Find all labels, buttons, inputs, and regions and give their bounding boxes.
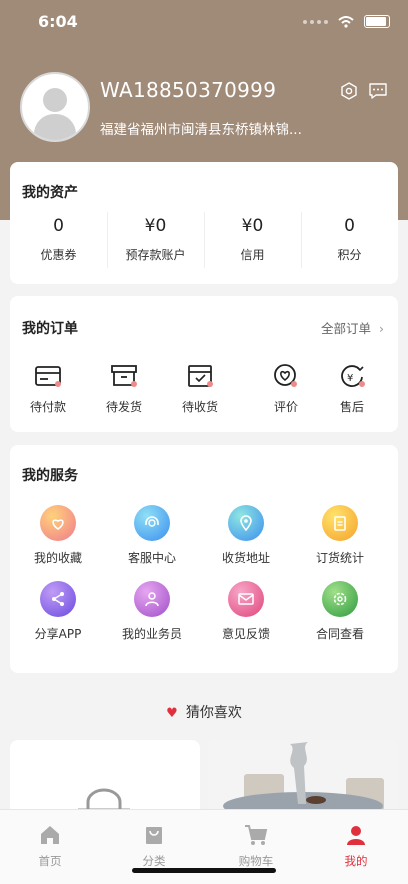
- service-customer-center[interactable]: 客服中心: [112, 505, 192, 566]
- asset-value: 0: [53, 216, 64, 236]
- tab-label: 分类: [142, 854, 166, 868]
- refund-icon: ¥: [341, 365, 365, 387]
- orders-title: 我的订单: [22, 321, 78, 337]
- service-favorites[interactable]: 我的收藏: [18, 505, 98, 566]
- service-label: 我的收藏: [33, 551, 82, 565]
- product-image: [208, 740, 398, 820]
- order-label: 待付款: [29, 400, 66, 414]
- service-label: 我的业务员: [121, 627, 182, 641]
- tab-category[interactable]: 分类: [114, 824, 194, 869]
- product-card[interactable]: [208, 740, 398, 820]
- service-address[interactable]: 收货地址: [206, 505, 286, 566]
- order-label: 待发货: [105, 400, 142, 414]
- asset-points[interactable]: 0 积分: [301, 216, 398, 263]
- tab-mine[interactable]: 我的: [316, 824, 396, 869]
- profile-section: WA18850370999 福建省福州市闽清县东桥镇林锦...: [20, 72, 390, 142]
- asset-value: 0: [344, 216, 355, 236]
- chevron-right-icon: ›: [379, 321, 384, 336]
- services-card: 我的服务 我的收藏 客服中心 收货地址 订货统计 分享APP 我的业务员 意见反…: [10, 445, 398, 673]
- asset-value: ¥0: [241, 216, 264, 236]
- settings-icon: [322, 581, 358, 617]
- tab-home[interactable]: 首页: [10, 824, 90, 869]
- assets-card: 我的资产 0 优惠券 ¥0 预存款账户 ¥0 信用 0 积分: [10, 162, 398, 284]
- service-order-stats[interactable]: 订货统计: [300, 505, 380, 566]
- review-icon: [274, 364, 297, 387]
- wifi-icon: [338, 15, 354, 28]
- person-icon: [134, 581, 170, 617]
- asset-label: 信用: [240, 248, 265, 262]
- heart-icon: [40, 505, 76, 541]
- asset-credit[interactable]: ¥0 信用: [204, 216, 301, 263]
- service-share-app[interactable]: 分享APP: [18, 581, 98, 642]
- services-title: 我的服务: [22, 468, 78, 484]
- order-pending-payment[interactable]: 待付款: [16, 364, 80, 415]
- clipboard-icon: [322, 505, 358, 541]
- service-feedback[interactable]: 意见反馈: [206, 581, 286, 642]
- status-time: 6:04: [38, 12, 78, 31]
- bag-placeholder-icon: [78, 788, 130, 812]
- all-orders-label: 全部订单: [321, 321, 372, 336]
- user-address: 福建省福州市闽清县东桥镇林锦...: [100, 122, 302, 138]
- service-contract[interactable]: 合同查看: [300, 581, 380, 642]
- asset-value: ¥0: [144, 216, 167, 236]
- mail-icon: [228, 581, 264, 617]
- receive-icon: [188, 365, 213, 387]
- asset-prepaid[interactable]: ¥0 预存款账户: [107, 216, 204, 263]
- orders-card: 我的订单 全部订单 › 待付款 待发货 待收货 评价 ¥ 售后: [10, 296, 398, 432]
- user-icon: [347, 826, 365, 845]
- service-label: 合同查看: [315, 627, 364, 641]
- guess-you-like-header: ♥ 猜你喜欢: [0, 702, 408, 722]
- product-card[interactable]: [10, 740, 200, 820]
- service-label: 意见反馈: [221, 627, 270, 641]
- order-pending-shipment[interactable]: 待发货: [92, 364, 156, 415]
- service-label: 客服中心: [127, 551, 176, 565]
- home-icon: [41, 826, 59, 844]
- order-review[interactable]: 评价: [254, 364, 318, 415]
- status-icons: [303, 15, 390, 28]
- asset-label: 优惠券: [40, 248, 77, 262]
- order-after-sales[interactable]: ¥ 售后: [320, 364, 384, 415]
- service-salesperson[interactable]: 我的业务员: [112, 581, 192, 642]
- share-icon: [40, 581, 76, 617]
- battery-icon: [364, 15, 390, 28]
- bag-icon: [146, 827, 162, 844]
- order-label: 售后: [339, 400, 364, 414]
- tab-cart[interactable]: 购物车: [216, 824, 296, 869]
- order-label: 待收货: [181, 400, 218, 414]
- home-indicator: [132, 868, 276, 873]
- guess-title: 猜你喜欢: [185, 705, 242, 721]
- asset-label: 预存款账户: [125, 248, 186, 262]
- headset-icon: [134, 505, 170, 541]
- asset-coupon[interactable]: 0 优惠券: [10, 216, 107, 263]
- location-icon: [228, 505, 264, 541]
- tab-label: 我的: [344, 854, 368, 868]
- settings-hex-icon[interactable]: [340, 82, 358, 100]
- service-label: 分享APP: [34, 627, 82, 641]
- svg-text:¥: ¥: [347, 373, 353, 384]
- all-orders-link[interactable]: 全部订单 ›: [321, 318, 384, 337]
- service-label: 订货统计: [315, 551, 364, 565]
- avatar[interactable]: [20, 72, 90, 142]
- username: WA18850370999: [100, 78, 277, 102]
- order-label: 评价: [273, 400, 298, 414]
- order-pending-receipt[interactable]: 待收货: [168, 364, 232, 415]
- status-bar: 6:04: [0, 0, 408, 44]
- assets-title: 我的资产: [22, 185, 78, 201]
- heart-icon: ♥: [166, 706, 178, 721]
- card-icon: [35, 366, 61, 387]
- asset-label: 积分: [337, 248, 362, 262]
- signal-icon: [303, 19, 328, 24]
- service-label: 收货地址: [221, 551, 270, 565]
- message-icon[interactable]: [368, 82, 388, 100]
- tab-label: 首页: [38, 854, 62, 868]
- cart-icon: [245, 825, 268, 845]
- box-icon: [111, 365, 137, 387]
- tab-label: 购物车: [238, 854, 274, 868]
